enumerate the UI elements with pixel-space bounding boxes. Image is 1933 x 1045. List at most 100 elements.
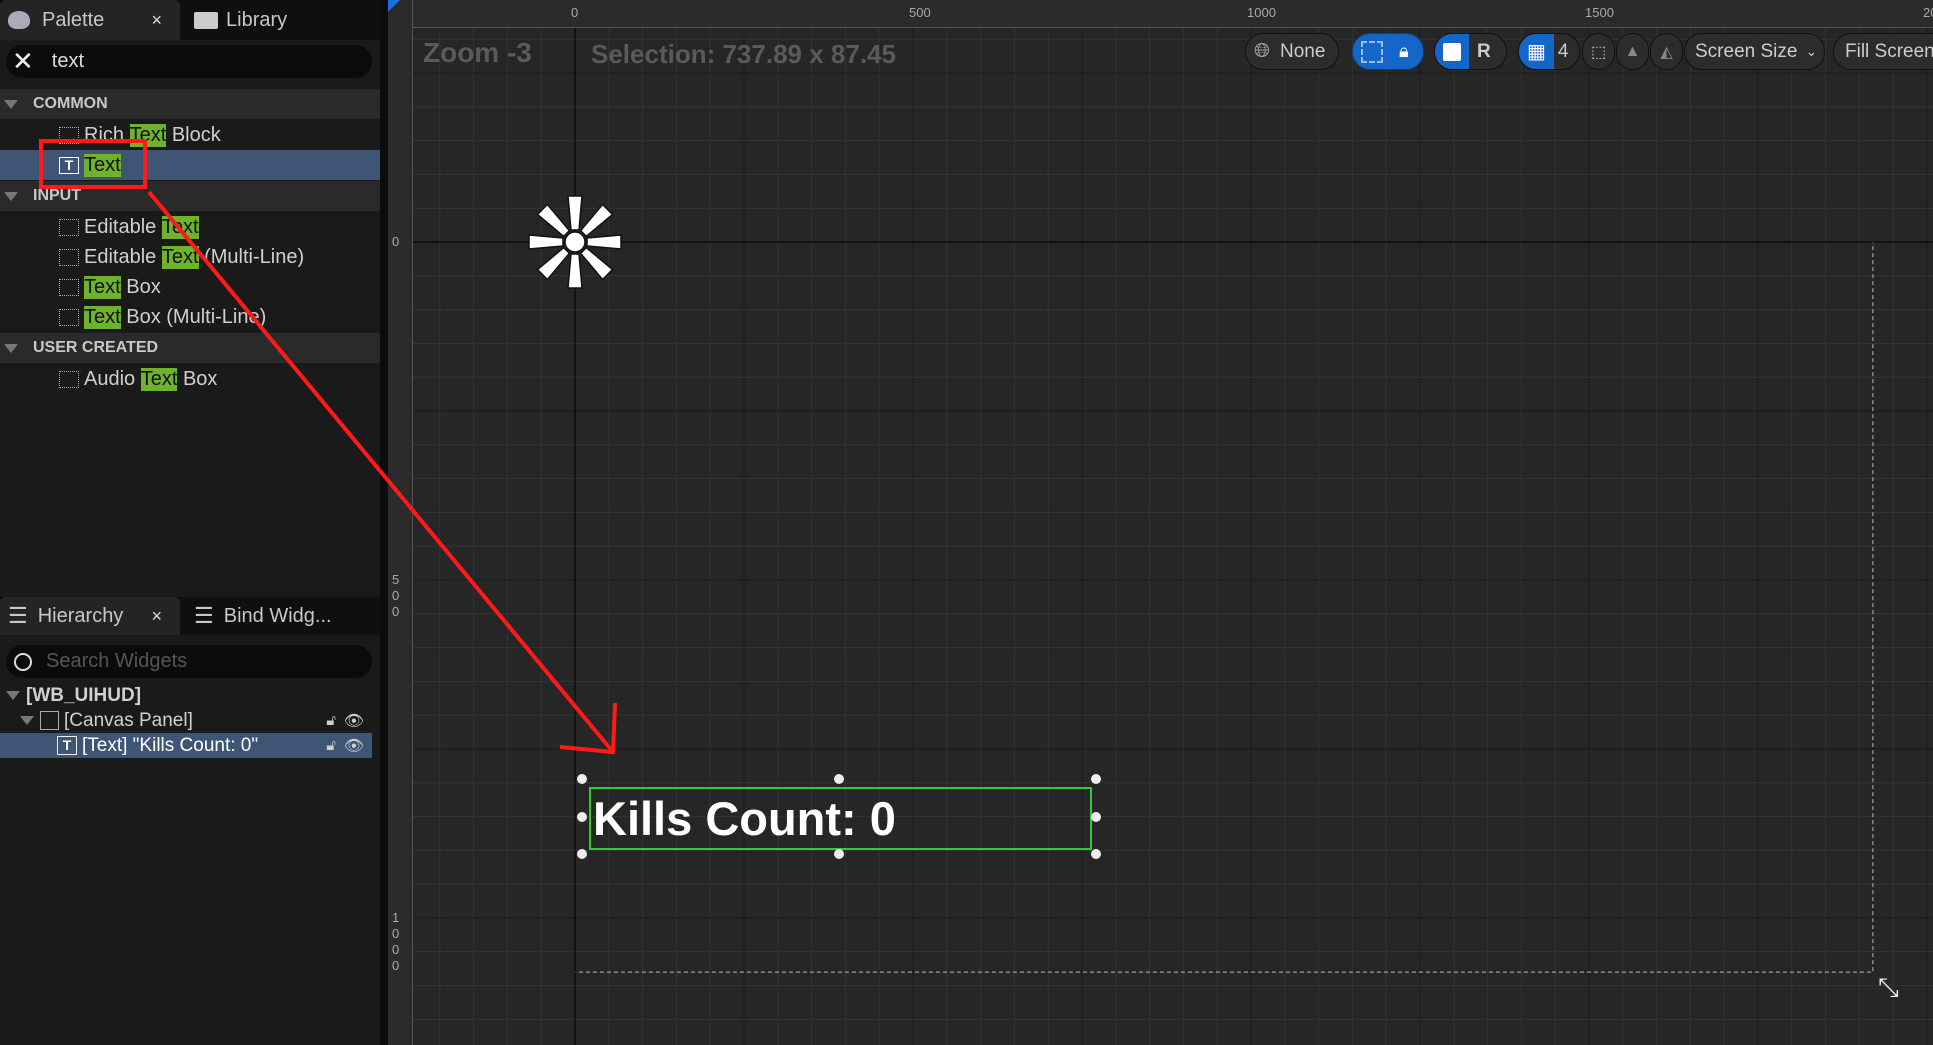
culture-label: None — [1280, 40, 1326, 62]
chevron-down-icon: ⌄ — [1805, 43, 1818, 59]
expand-arrow-icon[interactable] — [20, 716, 34, 725]
tab-label: Palette — [42, 8, 105, 31]
palette-search-input[interactable]: ✕ text — [6, 45, 372, 78]
clear-search-icon[interactable]: ✕ — [12, 46, 34, 77]
tree-label: [Canvas Panel] — [64, 709, 193, 731]
designer-canvas[interactable]: 0 500 1000 1500 200 0 500 1000 Zoom -3 Selecti… — [388, 0, 1933, 1045]
item-label: Editable — [84, 215, 162, 238]
canvas-panel-icon — [40, 711, 59, 730]
selection-size: Selection: 737.89 x 87.45 — [591, 39, 896, 69]
image-icon: ▲ — [1624, 42, 1641, 60]
tab-label: Library — [226, 8, 288, 31]
item-label: Box — [177, 367, 218, 390]
resize-handle[interactable] — [1091, 774, 1101, 784]
resize-handle[interactable] — [834, 849, 844, 859]
zoom-level: Zoom -3 — [423, 37, 532, 68]
resize-handle[interactable] — [577, 812, 587, 822]
palette-item[interactable]: Audio Text Box — [0, 364, 380, 394]
lock-icon: 🔒︎ — [1399, 41, 1409, 61]
rich-text-icon — [59, 126, 79, 144]
unlock-icon[interactable]: 🔓︎ — [326, 712, 336, 729]
palette-icon — [8, 11, 30, 29]
tree-item-root[interactable]: [WB_UIHUD] — [0, 683, 372, 708]
fill-screen-dropdown[interactable]: Fill Screen — [1833, 33, 1933, 70]
mirror-icon: ◭ — [1660, 43, 1673, 61]
collapse-arrow-icon[interactable] — [4, 99, 18, 109]
ruler-label: 1000 — [392, 910, 400, 973]
resize-handle[interactable] — [1091, 849, 1101, 859]
item-label: Audio — [84, 367, 141, 390]
palette-item[interactable]: Text Box (Multi-Line) — [0, 302, 380, 332]
resize-handle[interactable] — [1091, 812, 1101, 822]
list-icon: ☰ — [8, 603, 28, 628]
palette-item[interactable]: Editable Text — [0, 212, 380, 242]
close-icon[interactable]: × — [151, 606, 162, 627]
palette-item[interactable]: Editable Text (Multi-Line) — [0, 242, 380, 272]
editable-text-icon — [59, 218, 79, 236]
tree-item-text[interactable]: T [Text] "Kills Count: 0" 🔓︎ 👁︎ — [0, 733, 372, 758]
flip-button[interactable]: ◭ — [1650, 33, 1683, 70]
tab-bind-widgets[interactable]: ☰ Bind Widg... — [186, 597, 376, 635]
resize-handle[interactable] — [577, 774, 587, 784]
localization-button[interactable]: 🌐︎ None — [1245, 33, 1339, 70]
select-mode-button[interactable]: ⬚ — [1582, 33, 1615, 70]
resize-handle[interactable] — [577, 849, 587, 859]
tab-hierarchy[interactable]: ☰ Hierarchy × — [0, 597, 180, 635]
category-input[interactable]: INPUT — [0, 181, 380, 211]
kills-count-text: Kills Count: 0 — [593, 792, 896, 845]
item-label: Box — [120, 275, 161, 298]
vertical-ruler: 0 500 1000 — [388, 0, 413, 1045]
layout-toggle-button[interactable]: R — [1434, 33, 1507, 70]
tree-label: [Text] "Kills Count: 0" — [82, 734, 259, 756]
collapse-arrow-icon[interactable] — [4, 191, 18, 201]
category-label: COMMON — [33, 95, 108, 112]
category-label: INPUT — [33, 187, 81, 204]
tab-palette[interactable]: Palette × — [0, 0, 180, 40]
palette-item[interactable]: T Text — [0, 150, 380, 180]
text-icon: T — [57, 736, 77, 755]
palette-item[interactable]: Text Box — [0, 272, 380, 302]
item-label: Editable — [84, 245, 162, 268]
close-icon[interactable]: × — [151, 10, 162, 31]
canvas-grid — [388, 0, 1933, 1045]
text-icon: T — [59, 156, 79, 174]
grid-snap-button[interactable]: ▦ 4 — [1518, 33, 1580, 70]
cursor-icon: ⬚ — [1590, 43, 1607, 61]
respect-locks-button[interactable]: 🔒︎ — [1352, 33, 1424, 70]
eye-icon[interactable]: 👁︎ — [344, 736, 364, 756]
search-match-highlight: Text — [84, 305, 121, 329]
item-label: Block — [166, 123, 221, 146]
panel-splitter[interactable] — [380, 0, 388, 1045]
category-user-created[interactable]: USER CREATED — [0, 333, 380, 363]
search-match-highlight: Text — [84, 153, 121, 177]
palette-tab-bar: Palette × Library — [0, 0, 380, 40]
unlock-icon[interactable]: 🔓︎ — [326, 737, 336, 754]
grid-size: 4 — [1557, 40, 1569, 62]
eye-icon[interactable]: 👁︎ — [344, 711, 364, 731]
hierarchy-tab-bar: ☰ Hierarchy × ☰ Bind Widg... — [0, 597, 380, 635]
corner-marker — [388, 0, 400, 12]
expand-arrow-icon[interactable] — [6, 691, 20, 700]
horizontal-ruler: 0 500 1000 1500 200 — [388, 0, 1933, 28]
search-widgets-input[interactable]: Search Widgets — [6, 645, 372, 678]
screen-bounds — [574, 241, 1874, 973]
collapse-arrow-icon[interactable] — [4, 343, 18, 353]
tree-item-canvas-panel[interactable]: [Canvas Panel] 🔓︎ 👁︎ — [0, 708, 372, 733]
search-placeholder: Search Widgets — [46, 650, 188, 672]
tab-library[interactable]: Library — [186, 0, 376, 40]
r-label: R — [1477, 40, 1491, 62]
search-match-highlight: Text — [161, 215, 199, 239]
grid-icon: ▦ — [1519, 34, 1554, 69]
resize-handle[interactable] — [834, 774, 844, 784]
screen-size-dropdown[interactable]: Screen Size ⌄ — [1684, 33, 1825, 70]
audio-text-box-icon — [59, 370, 79, 388]
selected-text-widget[interactable]: Kills Count: 0 — [589, 787, 1092, 850]
background-button[interactable]: ▲ — [1616, 33, 1649, 70]
search-match-highlight: Text — [161, 245, 199, 269]
category-common[interactable]: COMMON — [0, 89, 380, 119]
palette-item[interactable]: Rich Text Block — [0, 120, 380, 150]
canvas-resize-icon[interactable]: ⤡ — [1878, 972, 1899, 1004]
dropdown-label: Screen Size — [1695, 40, 1798, 62]
item-label: Rich — [84, 123, 130, 146]
search-icon — [14, 652, 32, 671]
